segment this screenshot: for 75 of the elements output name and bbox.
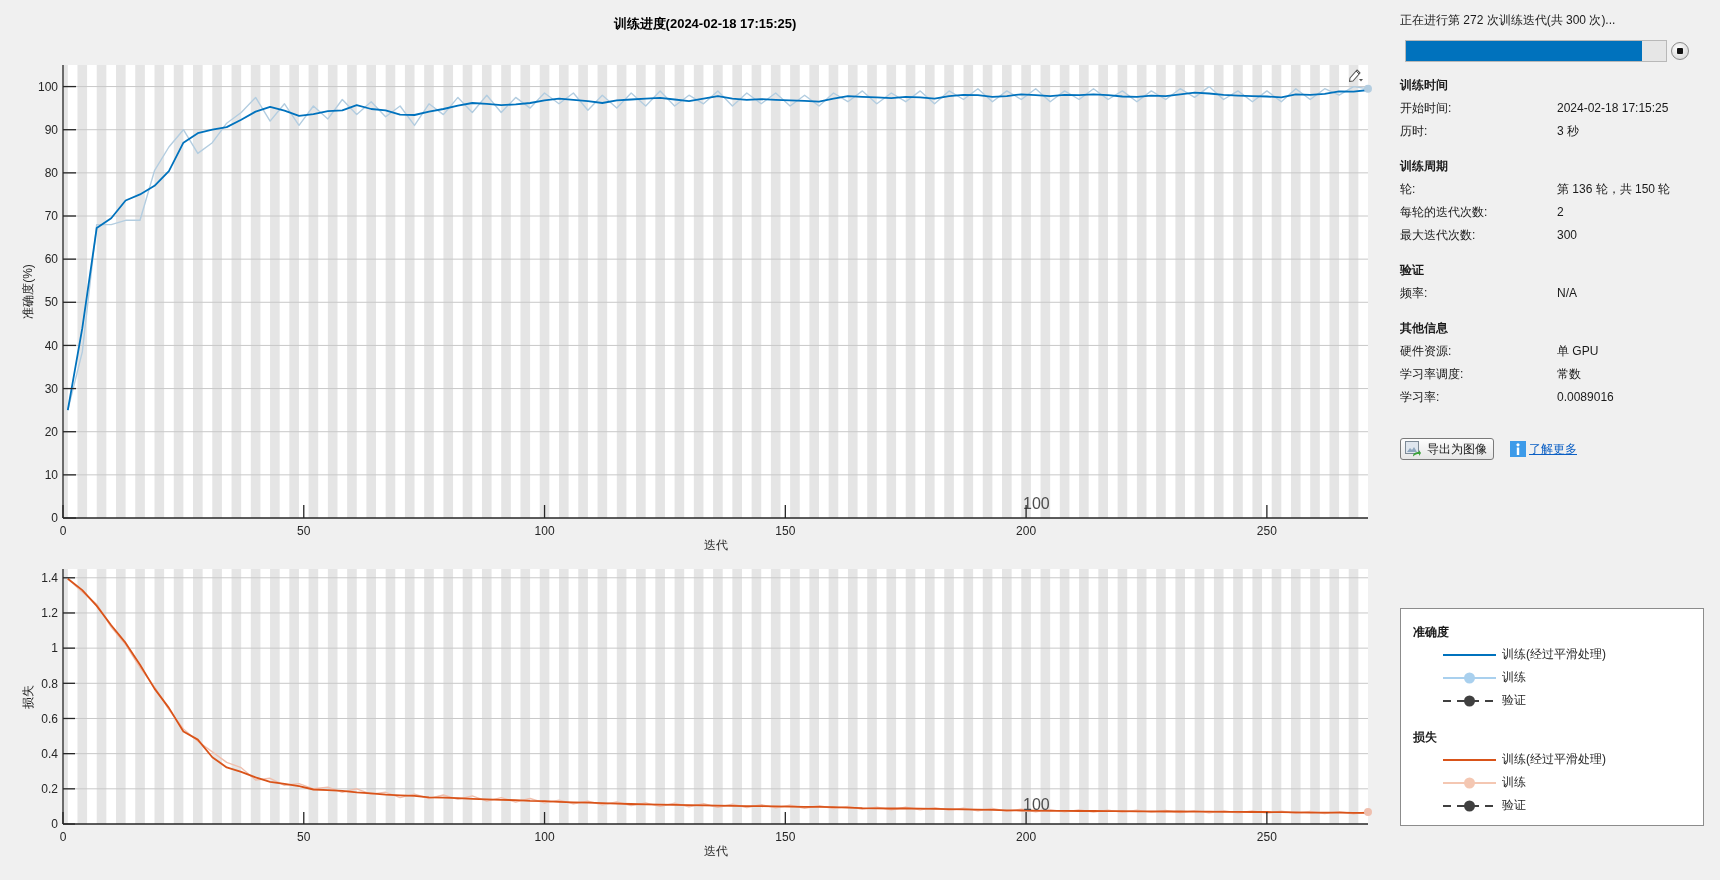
y-tick-label: 50 [44,295,58,310]
section-heading: 其他信息 [1400,320,1449,337]
info-value: 0.0089016 [1557,389,1614,406]
y-tick-label: 40 [44,338,58,353]
y-tick-label: 60 [44,252,58,267]
legend-label: 验证 [1502,692,1526,709]
y-tick-label: 1 [51,641,58,656]
info-value: 300 [1557,227,1578,244]
section-heading: 验证 [1400,262,1425,279]
y-tick-label: 1.2 [41,606,58,621]
info-value: 常数 [1557,366,1581,383]
info-value: 2 [1557,204,1564,221]
info-label: 最大迭代次数: [1400,227,1477,244]
y-tick-label: 0 [51,511,58,526]
info-label: 轮: [1400,181,1417,198]
x-tick-label: 0 [59,830,67,844]
info-label: 频率: [1400,285,1429,302]
y-tick-label: 0.8 [41,676,58,691]
export-image-button[interactable]: 导出为图像 [1400,438,1494,460]
x-tick-label: 250 [1256,524,1277,538]
info-value: N/A [1557,285,1577,302]
x-tick-label: 50 [297,830,311,844]
y-tick-label: 10 [44,468,58,483]
y-tick-label: 0 [51,817,58,832]
section-heading: 训练时间 [1400,77,1449,94]
x-tick-label: 200 [1016,524,1037,538]
legend-label: 训练(经过平滑处理) [1502,751,1606,768]
epoch-label: 100 [1023,796,1050,813]
info-label: 每轮的迭代次数: [1400,204,1489,221]
y-tick-label: 20 [44,424,58,439]
y-tick-label: 100 [37,79,58,94]
section-heading: 训练周期 [1400,158,1449,175]
chart-title: 训练进度(2024-02-18 17:15:25) [613,15,797,33]
y-tick-label: 0.4 [41,746,58,761]
info-value: 单 GPU [1557,343,1599,360]
learn-more-link[interactable]: 了解更多 [1529,440,1577,458]
legend-label: 验证 [1502,797,1526,814]
x-axis-label: 迭代 [703,844,728,858]
legend-heading: 损失 [1413,729,1438,746]
pencil-icon[interactable] [1348,69,1363,83]
x-tick-label: 150 [775,524,796,538]
x-tick-label: 50 [297,524,311,538]
info-icon [1510,441,1526,457]
info-label: 学习率: [1400,389,1441,406]
y-tick-label: 0.6 [41,711,58,726]
y-tick-label: 0.2 [41,782,58,797]
legend-label: 训练(经过平滑处理) [1502,646,1606,663]
info-value: 3 秒 [1557,123,1579,140]
legend-label: 训练 [1502,669,1526,686]
stop-icon [1677,48,1683,54]
y-tick-label: 80 [44,166,58,181]
stop-button[interactable] [1671,42,1689,60]
info-label: 开始时间: [1400,100,1453,117]
legend-label: 训练 [1502,774,1526,791]
info-value: 2024-02-18 17:15:25 [1557,100,1669,117]
y-axis-label: 准确度(%) [21,264,36,319]
x-tick-label: 100 [534,830,555,844]
legend-heading: 准确度 [1413,624,1450,641]
info-value: 第 136 轮，共 150 轮 [1557,181,1671,198]
x-tick-label: 100 [534,524,555,538]
y-tick-label: 70 [44,209,58,224]
x-tick-label: 200 [1016,830,1037,844]
info-label: 硬件资源: [1400,343,1453,360]
info-label: 学习率调度: [1400,366,1465,383]
y-axis-label: 损失 [21,684,36,709]
x-tick-label: 250 [1256,830,1277,844]
y-tick-label: 30 [44,381,58,396]
y-tick-label: 1.4 [41,571,58,585]
info-label: 历时: [1400,123,1429,140]
x-tick-label: 150 [775,830,796,844]
x-axis-label: 迭代 [703,538,728,552]
y-tick-label: 90 [44,122,58,137]
progress-status-text: 正在进行第 272 次训练迭代(共 300 次)... [1400,12,1617,28]
x-tick-label: 0 [59,524,67,538]
epoch-label: 100 [1023,495,1050,512]
